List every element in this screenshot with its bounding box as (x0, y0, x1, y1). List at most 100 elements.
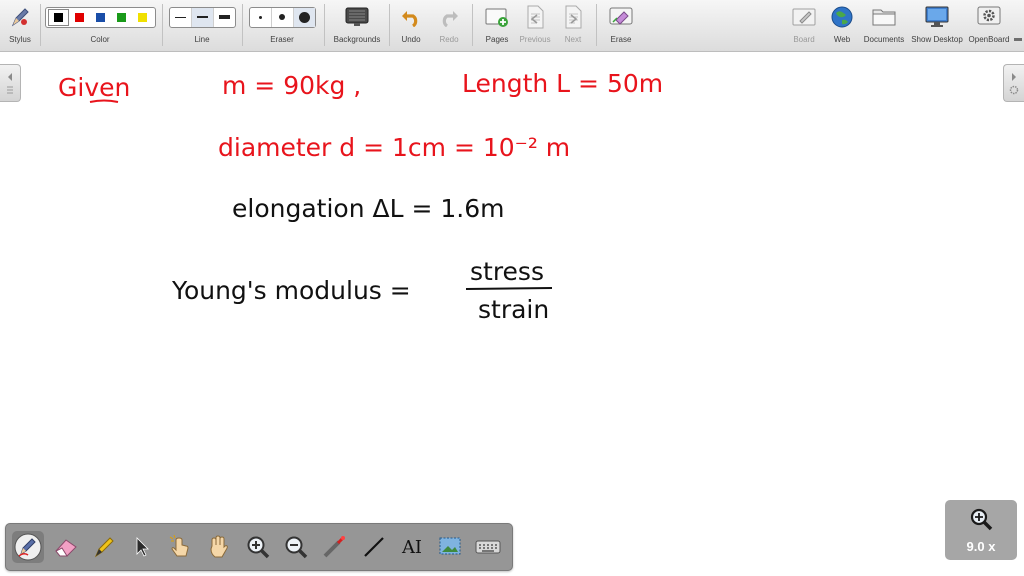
color-green[interactable] (111, 9, 132, 26)
magnifier-icon (970, 508, 993, 531)
keyboard-tool-button[interactable] (472, 531, 504, 563)
pointer-icon (136, 537, 149, 557)
monitor-icon (924, 4, 950, 30)
zoom-in-button[interactable] (242, 531, 274, 563)
backgrounds-button[interactable]: Backgrounds (330, 4, 384, 48)
backgrounds-icon (345, 4, 369, 30)
documents-label: Documents (863, 35, 905, 44)
board-label: Board (793, 35, 815, 44)
board-button[interactable]: Board (788, 4, 820, 48)
erase-button[interactable]: Erase (604, 4, 638, 48)
marker-tool-button[interactable] (88, 531, 120, 563)
hand-pointer-icon (169, 534, 189, 557)
undo-label: Undo (401, 35, 421, 44)
stylus-button[interactable]: Stylus (6, 4, 34, 48)
previous-button[interactable]: Previous (518, 4, 552, 48)
eraser-size-selector (248, 6, 316, 28)
marker-icon (94, 537, 114, 558)
elongation-text: elongation ΔL = 1.6m (232, 194, 504, 223)
line-group: Line (168, 4, 236, 48)
capture-icon (439, 537, 461, 555)
fraction-numerator: stress (470, 257, 544, 286)
capture-tool-button[interactable] (434, 531, 466, 563)
laser-pointer-button[interactable] (318, 531, 350, 563)
pen-icon (14, 533, 42, 561)
text-tool-button[interactable]: AI (396, 531, 428, 563)
length-text: Length L = 50m (462, 69, 663, 98)
text-icon: AI (401, 536, 423, 558)
folder-icon (871, 4, 897, 30)
previous-page-icon (525, 4, 545, 30)
show-desktop-button[interactable]: Show Desktop (910, 4, 964, 48)
undo-button[interactable]: Undo (396, 4, 426, 48)
color-black[interactable] (47, 8, 69, 26)
web-label: Web (833, 35, 851, 44)
zoom-out-icon (285, 536, 308, 559)
drawing-tools-bar: AI (5, 523, 513, 571)
separator (324, 4, 325, 46)
next-label: Next (564, 35, 582, 44)
documents-button[interactable]: Documents (862, 4, 906, 48)
eraser-small-button[interactable] (250, 7, 272, 27)
pages-label: Pages (485, 35, 509, 44)
line-medium-button[interactable] (191, 7, 214, 27)
fraction-denominator: strain (478, 295, 549, 324)
color-palette (44, 6, 156, 28)
zoom-in-icon (247, 536, 270, 559)
keyboard-icon (475, 540, 501, 554)
hand-icon (210, 535, 228, 558)
web-button[interactable]: Web (828, 4, 856, 48)
separator (242, 4, 243, 46)
redo-label: Redo (439, 35, 459, 44)
selector-tool-button[interactable] (126, 531, 158, 563)
color-group: Color (44, 4, 156, 48)
laser-pointer-icon (323, 536, 345, 558)
given-label: Given (58, 73, 130, 102)
openboard-label: OpenBoard (968, 35, 1010, 44)
previous-label: Previous (519, 35, 551, 44)
openboard-button[interactable]: OpenBoard (967, 4, 1011, 48)
fraction-bar (465, 287, 553, 290)
eraser-tool-button[interactable] (50, 531, 82, 563)
next-button[interactable]: Next (558, 4, 588, 48)
line-tool-button[interactable] (358, 531, 390, 563)
eraser-medium-button[interactable] (272, 7, 294, 27)
zoom-out-button[interactable] (280, 531, 312, 563)
stylus-label: Stylus (9, 35, 31, 44)
next-page-icon (563, 4, 583, 30)
stylus-icon (8, 4, 32, 30)
eraser-group: Eraser (248, 4, 316, 48)
minimize-icon[interactable] (1014, 38, 1022, 41)
separator (472, 4, 473, 46)
eraser-icon (55, 539, 77, 557)
undo-icon (400, 4, 422, 30)
mass-text: m = 90kg , (222, 71, 361, 100)
line-width-selector (168, 6, 236, 28)
eraser-label: Eraser (270, 35, 294, 44)
separator (389, 4, 390, 46)
redo-icon (438, 4, 460, 30)
color-red[interactable] (69, 9, 90, 26)
line-thin-button[interactable] (170, 7, 192, 27)
erase-label: Erase (610, 35, 632, 44)
zoom-level-label: 9.0 x (966, 539, 996, 554)
pages-button[interactable]: Pages (480, 4, 514, 48)
whiteboard-canvas[interactable]: Given m = 90kg , Length L = 50m diameter… (0, 52, 1024, 576)
line-thick-button[interactable] (214, 8, 235, 27)
color-label: Color (90, 35, 110, 44)
interact-tool-button[interactable] (164, 531, 196, 563)
show-desktop-label: Show Desktop (911, 35, 963, 44)
line-icon (364, 537, 384, 557)
pen-tool-button[interactable] (12, 531, 44, 563)
zoom-indicator[interactable]: 9.0 x (945, 500, 1017, 560)
separator (596, 4, 597, 46)
color-blue[interactable] (90, 9, 111, 26)
main-toolbar: Stylus Color Line Eraser Backgrounds Und… (0, 0, 1024, 52)
redo-button[interactable]: Redo (434, 4, 464, 48)
separator (162, 4, 163, 46)
hand-tool-button[interactable] (202, 531, 234, 563)
color-yellow[interactable] (132, 9, 153, 26)
youngs-modulus-text: Young's modulus = (171, 276, 411, 305)
globe-icon (830, 4, 854, 30)
eraser-large-button[interactable] (293, 7, 315, 27)
